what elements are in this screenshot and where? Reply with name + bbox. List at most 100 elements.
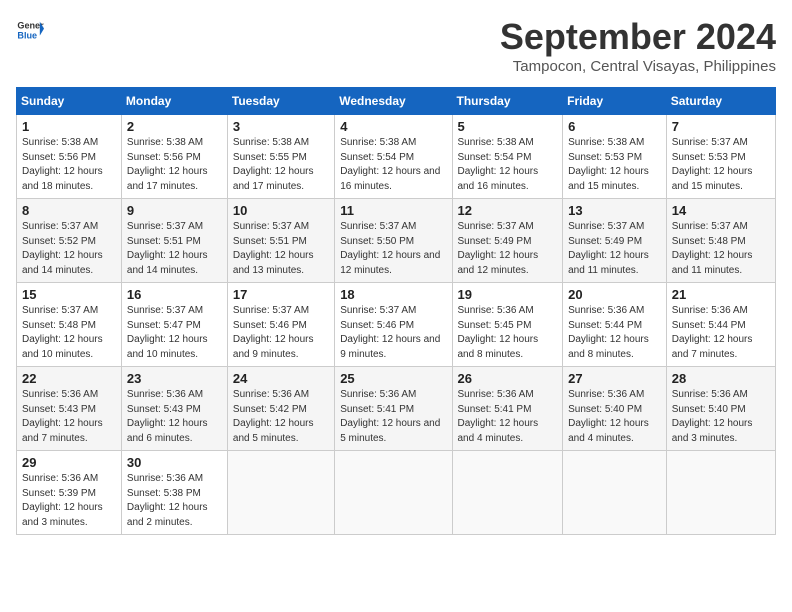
weekday-header-wednesday: Wednesday <box>335 88 452 115</box>
day-number: 2 <box>127 119 222 134</box>
day-info: Sunrise: 5:38 AMSunset: 5:56 PMDaylight:… <box>22 137 103 192</box>
calendar-cell: 8Sunrise: 5:37 AMSunset: 5:52 PMDaylight… <box>17 199 122 283</box>
day-number: 11 <box>340 203 446 218</box>
day-info: Sunrise: 5:36 AMSunset: 5:43 PMDaylight:… <box>127 389 208 444</box>
day-info: Sunrise: 5:37 AMSunset: 5:46 PMDaylight:… <box>233 305 314 360</box>
calendar-cell: 16 Sunrise: 5:37 AMSunset: 5:47 PMDayligh… <box>121 283 227 367</box>
day-info: Sunrise: 5:36 AMSunset: 5:41 PMDaylight:… <box>458 389 539 444</box>
day-info: Sunrise: 5:37 AMSunset: 5:46 PMDaylight:… <box>340 305 440 360</box>
day-number: 29 <box>22 455 116 470</box>
calendar-cell: 11 Sunrise: 5:37 AMSunset: 5:50 PMDayligh… <box>335 199 452 283</box>
calendar-cell: 18 Sunrise: 5:37 AMSunset: 5:46 PMDayligh… <box>335 283 452 367</box>
day-number: 19 <box>458 287 558 302</box>
calendar-cell <box>666 451 775 535</box>
day-info: Sunrise: 5:36 AMSunset: 5:40 PMDaylight:… <box>568 389 649 444</box>
day-info: Sunrise: 5:38 AMSunset: 5:56 PMDaylight:… <box>127 137 208 192</box>
svg-text:Blue: Blue <box>17 30 37 40</box>
calendar-cell <box>335 451 452 535</box>
day-number: 26 <box>458 371 558 386</box>
day-number: 30 <box>127 455 222 470</box>
day-number: 24 <box>233 371 329 386</box>
weekday-header-friday: Friday <box>563 88 667 115</box>
logo: General Blue <box>16 16 44 44</box>
day-info: Sunrise: 5:37 AMSunset: 5:52 PMDaylight:… <box>22 221 103 276</box>
day-number: 6 <box>568 119 661 134</box>
calendar-cell: 26 Sunrise: 5:36 AMSunset: 5:41 PMDayligh… <box>452 367 563 451</box>
day-number: 1 <box>22 119 116 134</box>
calendar-cell: 9Sunrise: 5:37 AMSunset: 5:51 PMDaylight… <box>121 199 227 283</box>
day-info: Sunrise: 5:37 AMSunset: 5:50 PMDaylight:… <box>340 221 440 276</box>
weekday-header-tuesday: Tuesday <box>227 88 334 115</box>
day-number: 10 <box>233 203 329 218</box>
calendar-cell: 19Sunrise: 5:36 AMSunset: 5:45 PMDayligh… <box>452 283 563 367</box>
day-number: 16 <box>127 287 222 302</box>
day-info: Sunrise: 5:38 AMSunset: 5:53 PMDaylight:… <box>568 137 649 192</box>
calendar-cell: 6 Sunrise: 5:38 AMSunset: 5:53 PMDaylight… <box>563 115 667 199</box>
day-number: 15 <box>22 287 116 302</box>
day-number: 14 <box>672 203 770 218</box>
day-number: 5 <box>458 119 558 134</box>
calendar-cell: 22 Sunrise: 5:36 AMSunset: 5:43 PMDayligh… <box>17 367 122 451</box>
calendar-cell: 5 Sunrise: 5:38 AMSunset: 5:54 PMDaylight… <box>452 115 563 199</box>
day-info: Sunrise: 5:36 AMSunset: 5:38 PMDaylight:… <box>127 473 208 528</box>
day-number: 7 <box>672 119 770 134</box>
weekday-header-sunday: Sunday <box>17 88 122 115</box>
calendar-table: SundayMondayTuesdayWednesdayThursdayFrid… <box>16 87 776 535</box>
day-number: 22 <box>22 371 116 386</box>
day-number: 20 <box>568 287 661 302</box>
day-info: Sunrise: 5:37 AMSunset: 5:51 PMDaylight:… <box>233 221 314 276</box>
day-info: Sunrise: 5:38 AMSunset: 5:54 PMDaylight:… <box>340 137 440 192</box>
day-info: Sunrise: 5:36 AMSunset: 5:41 PMDaylight:… <box>340 389 440 444</box>
location: Tampocon, Central Visayas, Philippines <box>500 58 776 75</box>
calendar-cell: 24 Sunrise: 5:36 AMSunset: 5:42 PMDayligh… <box>227 367 334 451</box>
calendar-cell: 20 Sunrise: 5:36 AMSunset: 5:44 PMDayligh… <box>563 283 667 367</box>
day-info: Sunrise: 5:36 AMSunset: 5:40 PMDaylight:… <box>672 389 753 444</box>
day-info: Sunrise: 5:37 AMSunset: 5:48 PMDaylight:… <box>672 221 753 276</box>
day-number: 3 <box>233 119 329 134</box>
weekday-header-monday: Monday <box>121 88 227 115</box>
day-number: 27 <box>568 371 661 386</box>
calendar-cell: 13 Sunrise: 5:37 AMSunset: 5:49 PMDayligh… <box>563 199 667 283</box>
day-info: Sunrise: 5:36 AMSunset: 5:44 PMDaylight:… <box>672 305 753 360</box>
calendar-cell: 12 Sunrise: 5:37 AMSunset: 5:49 PMDayligh… <box>452 199 563 283</box>
calendar-cell: 17 Sunrise: 5:37 AMSunset: 5:46 PMDayligh… <box>227 283 334 367</box>
day-number: 17 <box>233 287 329 302</box>
day-info: Sunrise: 5:36 AMSunset: 5:39 PMDaylight:… <box>22 473 103 528</box>
day-info: Sunrise: 5:36 AMSunset: 5:43 PMDaylight:… <box>22 389 103 444</box>
calendar-cell: 7 Sunrise: 5:37 AMSunset: 5:53 PMDaylight… <box>666 115 775 199</box>
title-block: September 2024 Tampocon, Central Visayas… <box>500 16 776 75</box>
day-number: 13 <box>568 203 661 218</box>
day-info: Sunrise: 5:36 AMSunset: 5:44 PMDaylight:… <box>568 305 649 360</box>
day-number: 4 <box>340 119 446 134</box>
day-info: Sunrise: 5:36 AMSunset: 5:42 PMDaylight:… <box>233 389 314 444</box>
calendar-cell: 23 Sunrise: 5:36 AMSunset: 5:43 PMDayligh… <box>121 367 227 451</box>
calendar-cell: 3 Sunrise: 5:38 AMSunset: 5:55 PMDaylight… <box>227 115 334 199</box>
calendar-cell: 14 Sunrise: 5:37 AMSunset: 5:48 PMDayligh… <box>666 199 775 283</box>
day-number: 18 <box>340 287 446 302</box>
calendar-cell: 2 Sunrise: 5:38 AMSunset: 5:56 PMDaylight… <box>121 115 227 199</box>
day-info: Sunrise: 5:37 AMSunset: 5:51 PMDaylight:… <box>127 221 208 276</box>
calendar-cell: 1 Sunrise: 5:38 AMSunset: 5:56 PMDaylight… <box>17 115 122 199</box>
weekday-header-saturday: Saturday <box>666 88 775 115</box>
calendar-cell: 10 Sunrise: 5:37 AMSunset: 5:51 PMDayligh… <box>227 199 334 283</box>
day-info: Sunrise: 5:37 AMSunset: 5:49 PMDaylight:… <box>458 221 539 276</box>
month-title: September 2024 <box>500 16 776 58</box>
day-number: 28 <box>672 371 770 386</box>
day-info: Sunrise: 5:37 AMSunset: 5:49 PMDaylight:… <box>568 221 649 276</box>
calendar-cell: 21Sunrise: 5:36 AMSunset: 5:44 PMDayligh… <box>666 283 775 367</box>
calendar-cell: 27 Sunrise: 5:36 AMSunset: 5:40 PMDayligh… <box>563 367 667 451</box>
calendar-cell: 4 Sunrise: 5:38 AMSunset: 5:54 PMDaylight… <box>335 115 452 199</box>
day-number: 12 <box>458 203 558 218</box>
day-info: Sunrise: 5:37 AMSunset: 5:53 PMDaylight:… <box>672 137 753 192</box>
calendar-cell: 29 Sunrise: 5:36 AMSunset: 5:39 PMDayligh… <box>17 451 122 535</box>
calendar-cell: 28 Sunrise: 5:36 AMSunset: 5:40 PMDayligh… <box>666 367 775 451</box>
calendar-cell: 15Sunrise: 5:37 AMSunset: 5:48 PMDayligh… <box>17 283 122 367</box>
day-number: 25 <box>340 371 446 386</box>
day-number: 23 <box>127 371 222 386</box>
day-info: Sunrise: 5:37 AMSunset: 5:47 PMDaylight:… <box>127 305 208 360</box>
calendar-cell <box>563 451 667 535</box>
page-header: General Blue September 2024 Tampocon, Ce… <box>16 16 776 75</box>
calendar-cell <box>227 451 334 535</box>
day-info: Sunrise: 5:38 AMSunset: 5:54 PMDaylight:… <box>458 137 539 192</box>
day-info: Sunrise: 5:38 AMSunset: 5:55 PMDaylight:… <box>233 137 314 192</box>
